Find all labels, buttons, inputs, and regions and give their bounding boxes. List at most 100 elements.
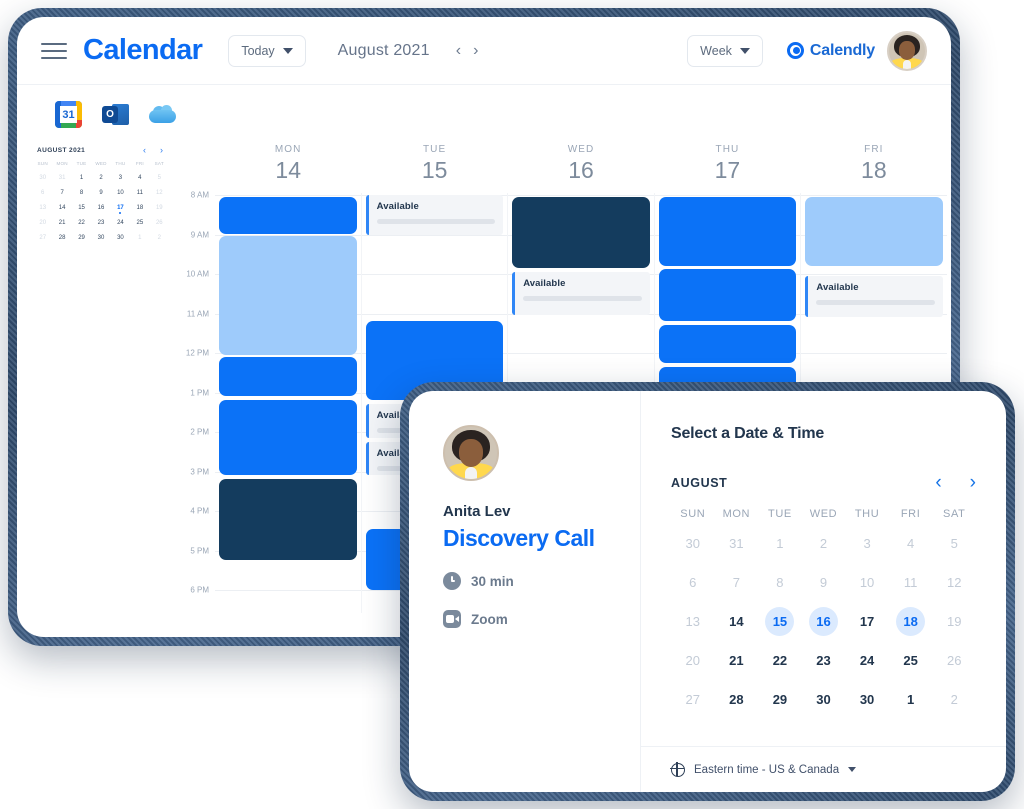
today-button[interactable]: Today <box>228 34 306 67</box>
globe-icon <box>670 761 685 777</box>
booking-dow-thu: THU <box>854 508 880 520</box>
mini-calendar-day[interactable]: 23 <box>91 217 110 229</box>
booking-day: 12 <box>932 563 976 602</box>
booking-day[interactable]: 29 <box>758 680 802 719</box>
booking-day[interactable]: 14 <box>715 602 759 641</box>
booking-next-month-icon[interactable]: › <box>970 473 976 492</box>
next-week-arrow-icon[interactable]: › <box>473 42 478 59</box>
icloud-icon[interactable] <box>149 101 176 128</box>
day-header-dow: FRI <box>864 144 884 155</box>
day-column[interactable] <box>215 193 362 613</box>
booking-day[interactable]: 28 <box>715 680 759 719</box>
mini-calendar-day[interactable]: 30 <box>111 232 130 244</box>
booking-day[interactable]: 30 <box>845 680 889 719</box>
day-header-date: 17 <box>714 157 741 183</box>
mini-calendar-day[interactable]: 15 <box>72 202 91 214</box>
booking-day-number: 2 <box>950 692 958 707</box>
booking-prev-month-icon[interactable]: ‹ <box>935 473 941 492</box>
available-slot[interactable]: Available <box>805 275 943 318</box>
booking-date-picker: Select a Date & Time AUGUST ‹ › SUN MON TU… <box>641 391 1006 792</box>
booking-day-number: 8 <box>776 575 784 590</box>
booking-day-number: 30 <box>859 692 875 707</box>
hamburger-menu-icon[interactable] <box>41 42 67 59</box>
mini-calendar-day[interactable]: 25 <box>130 217 149 229</box>
booking-day: 27 <box>671 680 715 719</box>
mini-next-month-icon[interactable]: › <box>160 146 163 155</box>
calendly-logo[interactable]: Calendly <box>786 42 875 60</box>
current-month-label: August 2021 <box>337 41 430 59</box>
booking-day: 3 <box>845 524 889 563</box>
mini-calendar-day[interactable]: 24 <box>111 217 130 229</box>
mini-calendar-day[interactable]: 1 <box>72 172 91 184</box>
booking-day: 11 <box>889 563 933 602</box>
view-selector-week[interactable]: Week <box>687 34 763 67</box>
mini-calendar-day[interactable]: 21 <box>52 217 71 229</box>
day-header[interactable]: MON 14 <box>215 138 361 193</box>
user-avatar[interactable] <box>887 30 927 71</box>
booking-day[interactable]: 25 <box>889 641 933 680</box>
booking-calendar-grid: SUN MON TUE WED THU FRI SAT 30 31 1 2 3 4 5 6 7 8 9 10 11 12… <box>671 508 976 719</box>
mini-calendar-day[interactable]: 16 <box>91 202 110 214</box>
mini-calendar-day[interactable]: 10 <box>111 187 130 199</box>
mini-prev-month-icon[interactable]: ‹ <box>143 146 146 155</box>
booking-day: 9 <box>802 563 846 602</box>
calendar-event-block[interactable] <box>658 269 797 322</box>
time-label: 6 PM <box>190 585 209 595</box>
calendar-event-block[interactable] <box>219 479 357 561</box>
calendar-event-block[interactable] <box>219 196 357 235</box>
mini-calendar-day[interactable]: 14 <box>52 202 71 214</box>
calendar-event-block[interactable] <box>658 324 797 363</box>
booking-day-available[interactable]: 16 <box>802 602 846 641</box>
time-label: 1 PM <box>190 388 209 397</box>
outlook-icon[interactable]: O <box>102 101 129 128</box>
available-slot[interactable]: Available <box>512 272 650 316</box>
booking-day[interactable]: 23 <box>802 641 846 680</box>
calendar-event-block[interactable] <box>805 196 943 267</box>
booking-day[interactable]: 22 <box>758 641 802 680</box>
booking-day[interactable]: 30 <box>802 680 846 719</box>
mini-calendar-day[interactable]: 4 <box>130 172 149 184</box>
calendar-event-block[interactable] <box>658 196 797 267</box>
available-slot-placeholder-bar <box>376 219 496 224</box>
google-calendar-icon[interactable]: 31 <box>55 101 82 128</box>
mini-calendar-day[interactable]: 8 <box>72 187 91 199</box>
available-slot[interactable]: Available <box>365 195 504 235</box>
prev-week-arrow-icon[interactable]: ‹ <box>456 42 461 59</box>
outlook-letter-badge: O <box>102 106 118 123</box>
mini-calendar-day[interactable]: 11 <box>130 187 149 199</box>
timezone-selector[interactable]: Eastern time - US & Canada <box>641 746 1006 792</box>
calendar-event-block[interactable] <box>219 236 357 355</box>
mini-calendar-day[interactable]: 9 <box>91 187 110 199</box>
calendar-event-block[interactable] <box>219 356 357 397</box>
booking-day-number: 20 <box>685 653 701 668</box>
calendar-event-block[interactable] <box>512 196 650 269</box>
booking-day-number: 10 <box>859 575 875 590</box>
booking-day-available[interactable]: 15 <box>758 602 802 641</box>
day-headers-row: MON 14 TUE 15 WED 16 THU 17 FRI 18 <box>215 138 947 193</box>
mini-calendar-day[interactable]: 22 <box>72 217 91 229</box>
mini-calendar-day: 30 <box>39 175 47 181</box>
booking-day-number: 4 <box>907 536 915 551</box>
day-header[interactable]: FRI 18 <box>801 138 947 193</box>
day-header-date: 18 <box>861 157 887 183</box>
mini-calendar-day: 13 <box>39 205 47 211</box>
mini-calendar-day[interactable]: 7 <box>52 187 71 199</box>
mini-calendar-day[interactable]: 30 <box>91 232 110 244</box>
mini-calendar-day[interactable]: 3 <box>111 172 130 184</box>
mini-calendar-day[interactable]: 28 <box>52 232 71 244</box>
mini-calendar-day[interactable]: 18 <box>130 202 149 214</box>
day-header[interactable]: TUE 15 <box>361 138 507 193</box>
mini-calendar-day[interactable]: 2 <box>91 172 110 184</box>
booking-day[interactable]: 24 <box>845 641 889 680</box>
mini-calendar-day[interactable]: 17 <box>111 201 130 215</box>
mini-calendar-dow-wed: WED <box>95 161 107 166</box>
booking-day[interactable]: 21 <box>715 641 759 680</box>
calendar-event-block[interactable] <box>219 400 357 476</box>
day-header[interactable]: WED 16 <box>508 138 654 193</box>
booking-day[interactable]: 17 <box>845 602 889 641</box>
mini-calendar-day[interactable]: 29 <box>72 232 91 244</box>
booking-day-available[interactable]: 18 <box>889 602 933 641</box>
booking-day-number: 16 <box>816 614 831 629</box>
booking-day[interactable]: 1 <box>889 680 933 719</box>
day-header[interactable]: THU 17 <box>654 138 800 193</box>
